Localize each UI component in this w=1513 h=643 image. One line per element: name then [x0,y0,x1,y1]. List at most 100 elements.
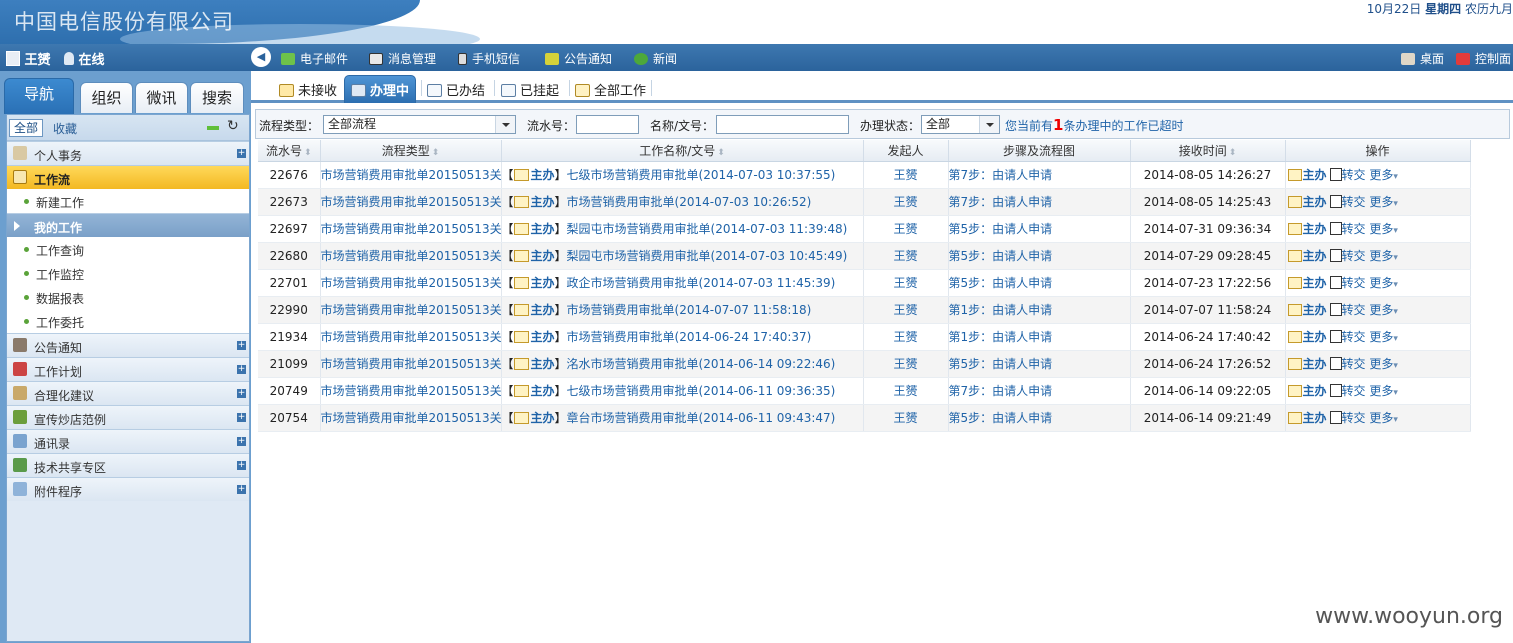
flow-type-link[interactable]: 市场营销费用审批单20150513关 [321,411,501,425]
work-name-cell[interactable]: 【 主办】七级市场营销费用审批单(2014-07-03 10:37:55) [501,161,864,189]
table-row[interactable]: 20754 市场营销费用审批单20150513关 【主办】章台市场营销费用审批单… [258,404,1471,432]
initiator-cell[interactable]: 王赟 [863,404,949,432]
nav-section-addons[interactable]: 附件程序 + [7,477,249,501]
forward-action-button[interactable]: 转交 [1327,168,1366,182]
nav-section-plan[interactable]: 工作计划 + [7,357,249,381]
work-name-cell[interactable]: 【 主办】市场营销费用审批单(2014-06-24 17:40:37) [501,323,864,351]
toolbar-message[interactable]: 消息管理 [369,50,436,67]
initiator-cell[interactable]: 王赟 [863,161,949,189]
toolbar-desktop[interactable]: 桌面 [1401,50,1444,67]
filter-favorites-link[interactable]: 收藏 [53,120,77,137]
step-cell[interactable]: 第7步：由请人申请 [948,188,1131,216]
step-cell[interactable]: 第7步：由请人申请 [948,377,1131,405]
nav-section-suggest[interactable]: 合理化建议 + [7,381,249,405]
flow-type-link[interactable]: 市场营销费用审批单20150513关 [321,249,501,263]
step-cell[interactable]: 第1步：由请人申请 [948,296,1131,324]
table-row[interactable]: 22676 市场营销费用审批单20150513关 【主办】七级市场营销费用审批单… [258,161,1471,189]
work-name-cell[interactable]: 【 主办】七级市场营销费用审批单(2014-06-11 09:36:35) [501,377,864,405]
host-action-button[interactable]: 主办 [1287,330,1327,344]
nav-section-workflow[interactable]: 工作流 [7,165,249,189]
table-row[interactable]: 21099 市场营销费用审批单20150513关 【主办】洺水市场营销费用审批单… [258,350,1471,378]
nav-item-my-work[interactable]: 我的工作 [7,213,249,237]
step-cell[interactable]: 第5步：由请人申请 [948,242,1131,270]
tab-suspended[interactable]: 已挂起 [501,80,559,99]
flow-type-cell[interactable]: 市场营销费用审批单20150513关 [320,323,502,351]
work-name-link[interactable]: 七级市场营销费用审批单(2014-07-03 10:37:55) [567,168,836,182]
host-action-button[interactable]: 主办 [1287,249,1327,263]
nav-item-report[interactable]: 数据报表 [7,285,249,309]
work-name-link[interactable]: 市场营销费用审批单(2014-07-07 11:58:18) [567,303,812,317]
table-row[interactable]: 22680 市场营销费用审批单20150513关 【主办】梨园屯市场营销费用审批… [258,242,1471,270]
step-link[interactable]: 第5步：由请人申请 [949,411,1053,425]
initiator-cell[interactable]: 王赟 [863,188,949,216]
step-link[interactable]: 第5步：由请人申请 [949,276,1053,290]
initiator-cell[interactable]: 王赟 [863,296,949,324]
forward-action-button[interactable]: 转交 [1327,384,1366,398]
flow-type-cell[interactable]: 市场营销费用审批单20150513关 [320,350,502,378]
more-action-button[interactable]: 更多▾ [1369,357,1398,371]
toolbar-sms[interactable]: 手机短信 [458,50,520,67]
tab-messenger[interactable]: 微讯 [135,82,188,113]
chevron-down-icon[interactable] [979,116,999,133]
col-received-time[interactable]: 接收时间 ⬍ [1130,140,1286,162]
work-name-cell[interactable]: 【 主办】市场营销费用审批单(2014-07-03 10:26:52) [501,188,864,216]
work-name-link[interactable]: 政企市场营销费用审批单(2014-07-03 11:45:39) [567,276,836,290]
step-link[interactable]: 第1步：由请人申请 [949,303,1053,317]
more-action-button[interactable]: 更多▾ [1369,411,1398,425]
nav-item-delegate[interactable]: 工作委托 [7,309,249,333]
serial-input[interactable] [576,115,639,134]
forward-action-button[interactable]: 转交 [1327,330,1366,344]
expand-icon[interactable]: + [237,365,246,374]
table-row[interactable]: 22673 市场营销费用审批单20150513关 【主办】市场营销费用审批单(2… [258,188,1471,216]
col-flow-type[interactable]: 流程类型 ⬍ [320,140,502,162]
work-name-cell[interactable]: 【 主办】梨园屯市场营销费用审批单(2014-07-03 10:45:49) [501,242,864,270]
initiator-link[interactable]: 王赟 [893,249,917,263]
host-action-button[interactable]: 主办 [1287,195,1327,209]
flow-type-link[interactable]: 市场营销费用审批单20150513关 [321,195,501,209]
step-cell[interactable]: 第1步：由请人申请 [948,323,1131,351]
initiator-link[interactable]: 王赟 [893,303,917,317]
initiator-cell[interactable]: 王赟 [863,350,949,378]
expand-icon[interactable]: + [237,149,246,158]
step-cell[interactable]: 第5步：由请人申请 [948,269,1131,297]
table-row[interactable]: 20749 市场营销费用审批单20150513关 【主办】七级市场营销费用审批单… [258,377,1471,405]
flow-type-cell[interactable]: 市场营销费用审批单20150513关 [320,269,502,297]
work-name-cell[interactable]: 【 主办】政企市场营销费用审批单(2014-07-03 11:45:39) [501,269,864,297]
initiator-link[interactable]: 王赟 [893,330,917,344]
expand-icon[interactable]: + [237,461,246,470]
initiator-cell[interactable]: 王赟 [863,215,949,243]
flow-type-cell[interactable]: 市场营销费用审批单20150513关 [320,404,502,432]
initiator-link[interactable]: 王赟 [893,195,917,209]
step-link[interactable]: 第7步：由请人申请 [949,168,1053,182]
forward-action-button[interactable]: 转交 [1327,249,1366,263]
online-status[interactable]: 在线 [64,49,105,68]
tab-in-progress[interactable]: 办理中 [344,75,417,103]
step-cell[interactable]: 第7步：由请人申请 [948,161,1131,189]
toolbar-news[interactable]: 新闻 [634,50,677,67]
work-name-link[interactable]: 洺水市场营销费用审批单(2014-06-14 09:22:46) [567,357,836,371]
host-action-button[interactable]: 主办 [1287,384,1327,398]
host-action-button[interactable]: 主办 [1287,168,1327,182]
expand-icon[interactable]: + [237,485,246,494]
nav-item-query[interactable]: 工作查询 [7,237,249,261]
work-name-cell[interactable]: 【 主办】洺水市场营销费用审批单(2014-06-14 09:22:46) [501,350,864,378]
work-name-link[interactable]: 梨园屯市场营销费用审批单(2014-07-03 11:39:48) [567,222,848,236]
work-name-link[interactable]: 七级市场营销费用审批单(2014-06-11 09:36:35) [567,384,836,398]
nav-section-promo[interactable]: 宣传炒店范例 + [7,405,249,429]
tab-completed[interactable]: 已办结 [427,80,485,99]
nav-section-tech[interactable]: 技术共享专区 + [7,453,249,477]
more-action-button[interactable]: 更多▾ [1369,276,1398,290]
collapse-icon[interactable] [207,126,219,130]
forward-action-button[interactable]: 转交 [1327,357,1366,371]
flow-type-link[interactable]: 市场营销费用审批单20150513关 [321,330,501,344]
work-name-cell[interactable]: 【 主办】市场营销费用审批单(2014-07-07 11:58:18) [501,296,864,324]
initiator-cell[interactable]: 王赟 [863,242,949,270]
more-action-button[interactable]: 更多▾ [1369,330,1398,344]
toolbar-control[interactable]: 控制面 [1456,50,1511,67]
table-row[interactable]: 22990 市场营销费用审批单20150513关 【主办】市场营销费用审批单(2… [258,296,1471,324]
toolbar-email[interactable]: 电子邮件 [281,50,348,67]
flow-type-cell[interactable]: 市场营销费用审批单20150513关 [320,296,502,324]
tab-search[interactable]: 搜索 [190,82,244,113]
initiator-link[interactable]: 王赟 [893,411,917,425]
tab-organization[interactable]: 组织 [80,82,133,113]
